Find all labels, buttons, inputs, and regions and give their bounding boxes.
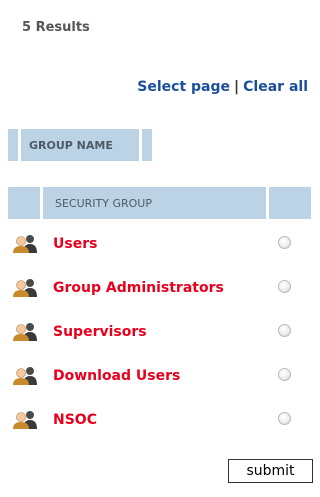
table-row: Download Users [12, 366, 312, 386]
group-users-icon [13, 235, 37, 253]
submit-button[interactable]: submit [228, 459, 313, 483]
results-count: 5 Results [22, 20, 90, 35]
row-select-radio[interactable] [278, 412, 291, 425]
group-link[interactable]: NSOC [53, 412, 97, 428]
group-users-icon [13, 411, 37, 429]
group-name-header-row: GROUP NAME [8, 129, 155, 161]
header-spacer-cell [142, 129, 152, 161]
header-spacer-cell [8, 129, 18, 161]
group-users-icon [13, 279, 37, 297]
row-select-radio[interactable] [278, 368, 291, 381]
table-row: Supervisors [12, 322, 312, 342]
group-link[interactable]: Users [53, 236, 97, 252]
select-page-link[interactable]: Select page [137, 79, 230, 95]
security-group-header-row: SECURITY GROUP [8, 187, 314, 220]
table-row: Group Administrators [12, 278, 312, 298]
header-icon-cell [8, 187, 40, 219]
clear-all-link[interactable]: Clear all [243, 79, 308, 95]
group-users-icon [13, 367, 37, 385]
security-group-column-header[interactable]: SECURITY GROUP [43, 187, 266, 219]
group-link[interactable]: Group Administrators [53, 280, 224, 296]
group-users-icon [13, 323, 37, 341]
row-select-radio[interactable] [278, 280, 291, 293]
table-row: NSOC [12, 410, 312, 430]
link-separator: | [234, 79, 240, 95]
security-group-results: 5 Results Select page | Clear all GROUP NA… [0, 0, 320, 497]
header-select-cell [269, 187, 311, 219]
group-name-column-header[interactable]: GROUP NAME [21, 129, 139, 161]
selection-links: Select page | Clear all [137, 79, 308, 95]
row-select-radio[interactable] [278, 324, 291, 337]
group-link[interactable]: Download Users [53, 368, 180, 384]
table-row: Users [12, 234, 312, 254]
group-link[interactable]: Supervisors [53, 324, 147, 340]
row-select-radio[interactable] [278, 236, 291, 249]
